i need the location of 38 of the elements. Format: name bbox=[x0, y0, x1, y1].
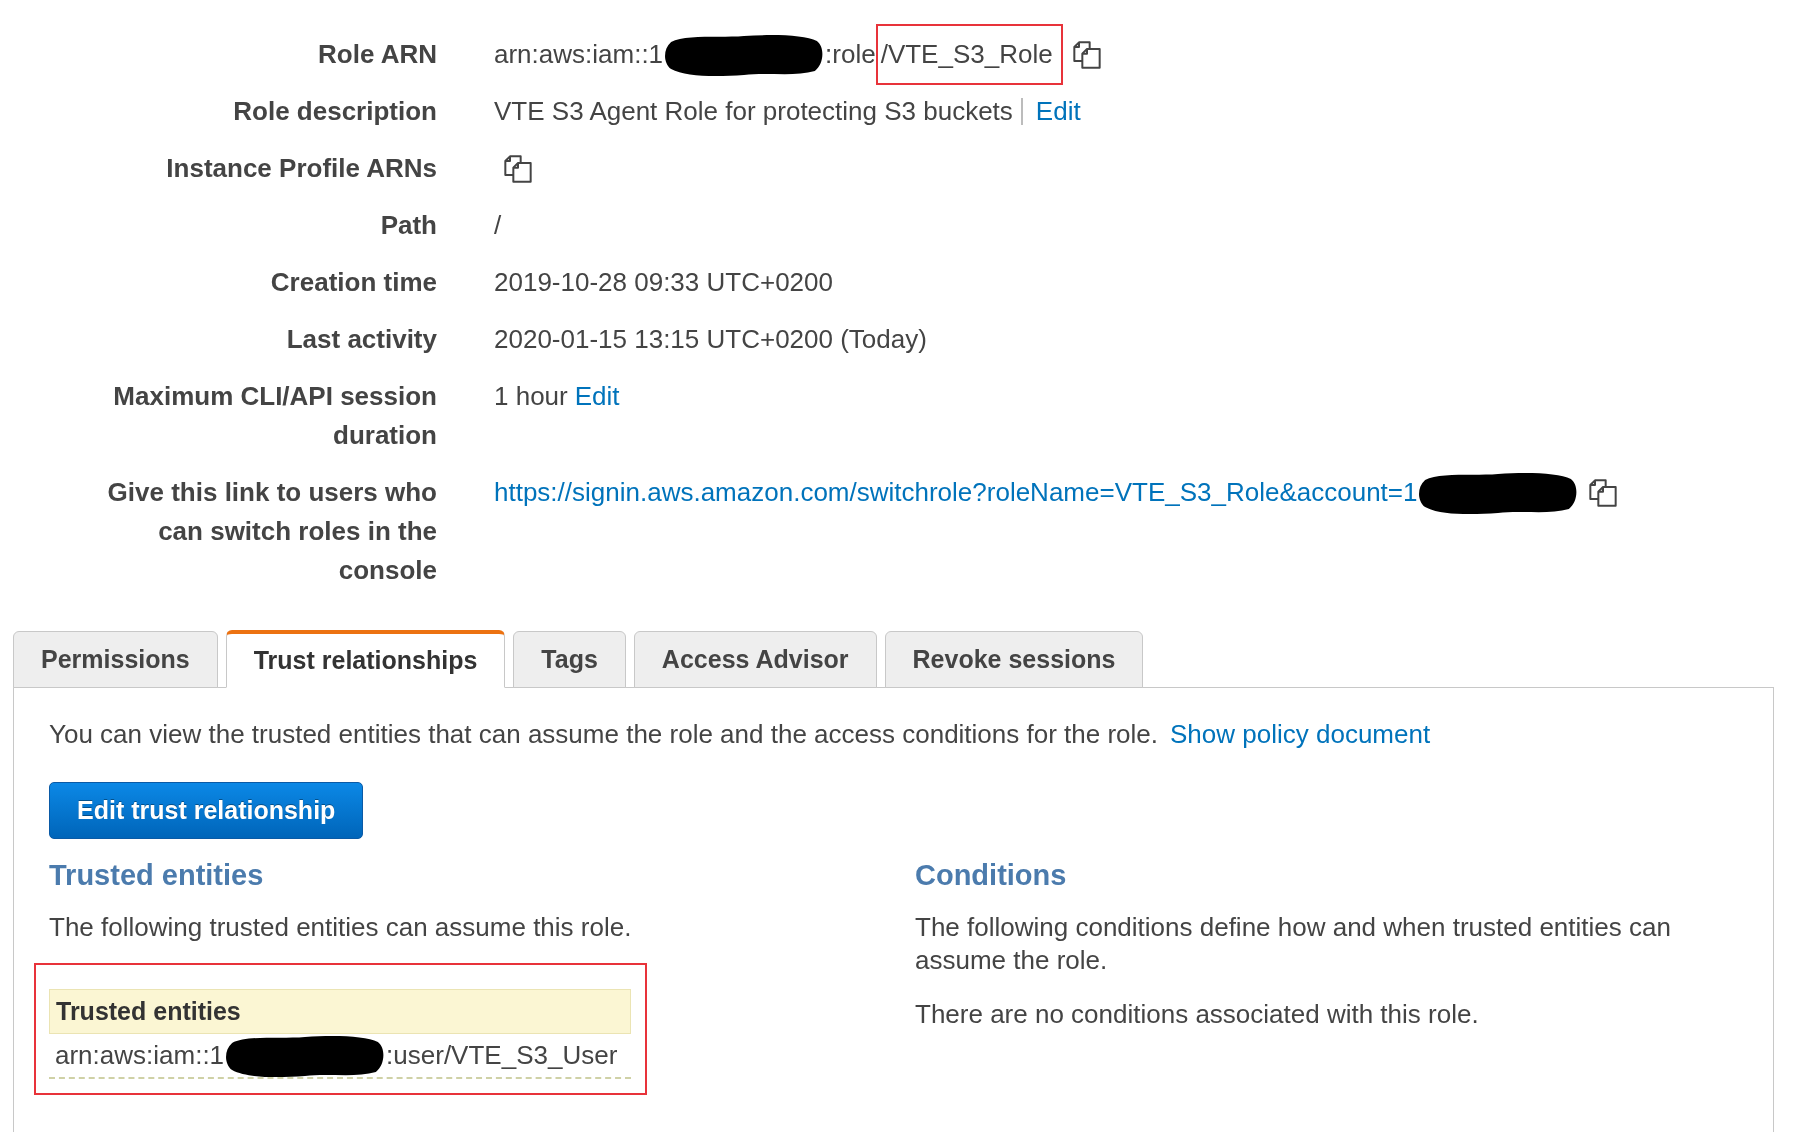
field-label: Role description bbox=[233, 96, 437, 126]
tab[interactable]: Tags bbox=[513, 631, 626, 688]
value-text: :user/VTE_S3_User bbox=[386, 1040, 618, 1071]
section-description: The following conditions define how and when trusted entities can assume the role. bbox=[915, 911, 1671, 975]
tab[interactable]: Revoke sessions bbox=[884, 631, 1144, 688]
value-text: 1 hour bbox=[494, 380, 568, 413]
section-heading: Trusted entities bbox=[49, 858, 264, 893]
section-heading: Conditions bbox=[915, 858, 1067, 893]
field-label: Give this link to users who can switch roles in the console bbox=[107, 477, 437, 585]
link[interactable]: Edit bbox=[574, 377, 620, 416]
value-text: :role bbox=[825, 38, 876, 71]
link[interactable]: https://signin.aws.amazon.com/switchrole?roleName=VTE_S3_Role&account=1 bbox=[494, 473, 1418, 512]
value-text: 2019-10-28 09:33 UTC+0200 bbox=[494, 266, 833, 299]
value-text: 2020-01-15 13:15 UTC+0200 (Today) bbox=[494, 323, 927, 356]
field-label: Creation time bbox=[270, 267, 437, 297]
tab[interactable]: Permissions bbox=[13, 631, 218, 688]
field-label: Role ARN bbox=[318, 39, 437, 69]
intro-text: You can view the trusted entities that can assume the role and the access conditions for the role. bbox=[49, 718, 1159, 751]
value-text: / bbox=[494, 209, 502, 242]
field-label: Instance Profile ARNs bbox=[166, 153, 437, 183]
field-label: Last activity bbox=[286, 324, 437, 354]
tab[interactable]: Trust relationships bbox=[225, 630, 506, 688]
copy-icon[interactable] bbox=[1072, 40, 1101, 69]
value-text: VTE S3 Agent Role for protecting S3 buckets bbox=[494, 95, 1013, 128]
tab[interactable]: Access Advisor bbox=[633, 631, 877, 688]
field-label: Maximum CLI/API session duration bbox=[113, 381, 437, 450]
conditions-note: There are no conditions associated with this role. bbox=[915, 998, 1479, 1029]
edit-trust-button[interactable]: Edit trust relationship bbox=[49, 782, 364, 839]
field-label: Path bbox=[380, 210, 437, 240]
value-text: arn:aws:iam::1 bbox=[55, 1040, 225, 1071]
column-header: Trusted entities bbox=[49, 989, 631, 1034]
highlighted-text: /VTE_S3_Role bbox=[875, 24, 1063, 85]
copy-icon[interactable] bbox=[504, 154, 532, 183]
value-text: arn:aws:iam::1 bbox=[494, 38, 664, 71]
show-policy-link[interactable]: Show policy document bbox=[1170, 718, 1431, 751]
section-description: The following trusted entities can assume this role. bbox=[49, 911, 632, 942]
link[interactable]: Edit bbox=[1035, 92, 1081, 131]
copy-icon[interactable] bbox=[1589, 478, 1618, 507]
